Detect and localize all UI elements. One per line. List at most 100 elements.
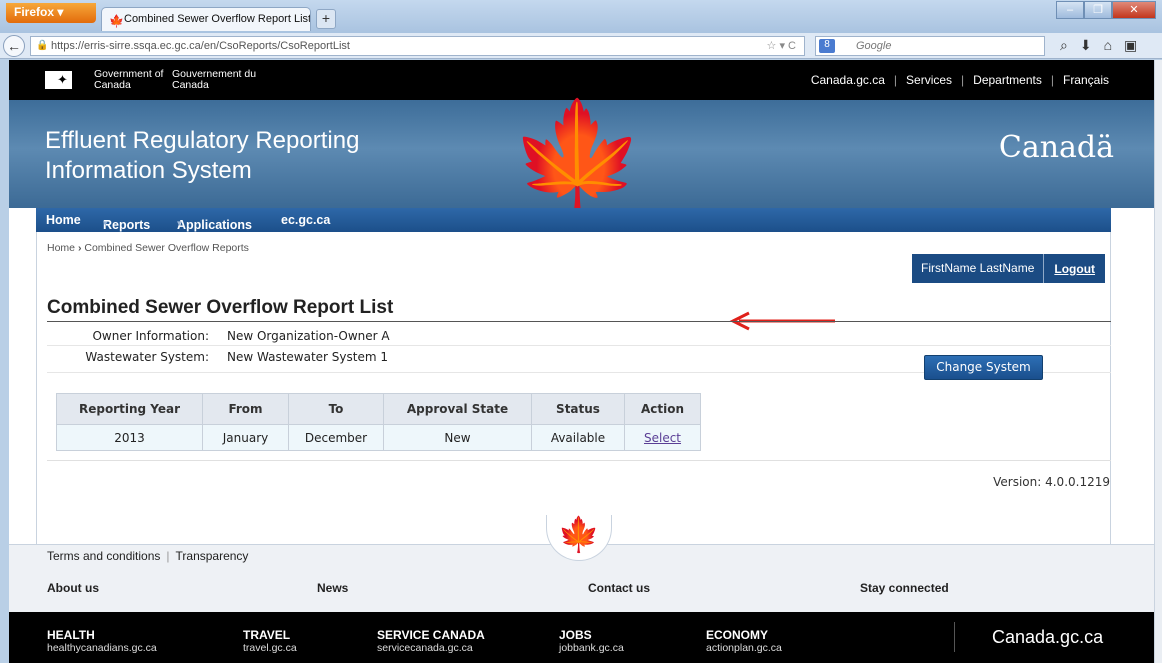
- breadcrumb: Home › Combined Sewer Overflow Reports: [47, 242, 249, 254]
- change-system-button[interactable]: Change System: [924, 355, 1043, 380]
- title-divider: [47, 321, 1111, 322]
- maple-leaf-icon: 🍁: [509, 97, 646, 220]
- dark-footer: HEALTH healthycanadians.gc.ca TRAVEL tra…: [9, 612, 1154, 663]
- report-table: Reporting Year From To Approval State St…: [56, 393, 701, 451]
- breadcrumb-separator-icon: ›: [77, 242, 82, 254]
- select-link[interactable]: Select: [644, 431, 681, 445]
- link-canada-gc[interactable]: Canada.gc.ca: [811, 73, 885, 87]
- table-row: 2013 January December New Available Sele…: [56, 424, 701, 451]
- google-icon: 8: [819, 39, 835, 53]
- content-divider: [47, 460, 1111, 461]
- cell-approval-state: New: [383, 424, 532, 451]
- chevron-down-icon: ▾: [177, 218, 182, 228]
- footer-news[interactable]: News: [317, 581, 348, 595]
- firefox-menu-label: Firefox: [14, 5, 55, 19]
- footer-economy-sub: actionplan.gc.ca: [706, 642, 782, 654]
- maple-leaf-icon: 🍁: [109, 14, 124, 28]
- user-name: FirstName LastName: [912, 254, 1045, 283]
- canada-flag-icon: ✦: [45, 71, 81, 89]
- chevron-down-icon: ▾: [103, 218, 108, 228]
- gov-name-en: Government of Canada: [94, 68, 164, 91]
- footer-jobs[interactable]: JOBS jobbank.gc.ca: [559, 628, 624, 654]
- cell-from: January: [202, 424, 289, 451]
- canada-wordmark: Canadä: [998, 130, 1114, 165]
- breadcrumb-current: Combined Sewer Overflow Reports: [84, 242, 249, 254]
- gov-links: Canada.gc.ca | Services | Departments | Fra…: [810, 73, 1109, 87]
- search-icon[interactable]: ⌕: [1060, 37, 1068, 54]
- column-header: Reporting Year: [56, 393, 203, 425]
- wastewater-system-label: Wastewater System:: [85, 350, 209, 364]
- footer-jobs-title: JOBS: [559, 628, 592, 642]
- column-header: To: [288, 393, 384, 425]
- footer-service-canada-sub: servicecanada.gc.ca: [377, 642, 473, 654]
- footer-about-us[interactable]: About us: [47, 581, 99, 595]
- page-title: Combined Sewer Overflow Report List: [47, 297, 394, 318]
- cell-reporting-year: 2013: [56, 424, 203, 451]
- site-title-line2: Information System: [45, 157, 252, 184]
- cell-status: Available: [531, 424, 625, 451]
- site-banner: Effluent Regulatory Reporting Informatio…: [9, 100, 1154, 214]
- owner-info-row: Owner Information: New Organization-Owne…: [47, 325, 1111, 346]
- back-icon[interactable]: ←: [3, 35, 25, 57]
- window-controls: – ❐ ✕: [1056, 1, 1156, 19]
- addon-icon[interactable]: ▣: [1124, 37, 1137, 54]
- firefox-menu-button[interactable]: Firefox ▾: [6, 3, 96, 23]
- home-icon[interactable]: ⌂: [1104, 37, 1112, 54]
- breadcrumb-home[interactable]: Home: [47, 242, 75, 254]
- gov-name-fr: Gouvernement du Canada: [172, 68, 257, 91]
- link-francais[interactable]: Français: [1063, 73, 1109, 87]
- transparency-link[interactable]: Transparency: [176, 549, 249, 563]
- column-header: Approval State: [383, 393, 532, 425]
- new-tab-button[interactable]: +: [316, 9, 336, 29]
- site-title-line1: Effluent Regulatory Reporting: [45, 127, 360, 154]
- footer-economy-title: ECONOMY: [706, 628, 769, 642]
- browser-navbar: ← 🔒 https://erris-sirre.ssqa.ec.gc.ca/en…: [0, 33, 1162, 59]
- column-header: Status: [531, 393, 625, 425]
- toolbar-icons: ⌕ ⬇ ⌂ ▣: [1060, 37, 1137, 54]
- address-bar[interactable]: 🔒 https://erris-sirre.ssqa.ec.gc.ca/en/C…: [30, 36, 805, 56]
- footer-canada-gc-link[interactable]: Canada.gc.ca: [954, 622, 1103, 652]
- minimize-button[interactable]: –: [1056, 1, 1084, 19]
- download-icon[interactable]: ⬇: [1080, 37, 1092, 54]
- government-bar: ✦ Government of Canada Gouvernement du C…: [9, 60, 1154, 100]
- owner-info-label: Owner Information:: [92, 329, 209, 343]
- footer-health-sub: healthycanadians.gc.ca: [47, 642, 157, 654]
- link-services[interactable]: Services: [906, 73, 952, 87]
- menu-applications-label: Applications: [177, 218, 253, 232]
- reload-icon[interactable]: ☆ ▾ C: [767, 39, 796, 52]
- terms-link[interactable]: Terms and conditions: [47, 549, 160, 563]
- footer-travel-sub: travel.gc.ca: [243, 642, 297, 654]
- footer-jobs-sub: jobbank.gc.ca: [559, 642, 624, 654]
- close-window-button[interactable]: ✕: [1112, 1, 1156, 19]
- tab-title: Combined Sewer Overflow Report List - ..…: [124, 13, 311, 25]
- web-page: ✦ Government of Canada Gouvernement du C…: [9, 60, 1154, 663]
- search-input[interactable]: 8 Google: [815, 36, 1045, 56]
- logout-link[interactable]: Logout: [1044, 262, 1105, 276]
- footer-health-title: HEALTH: [47, 628, 95, 642]
- footer-links: Terms and conditions | Transparency: [47, 549, 249, 563]
- vertical-scrollbar[interactable]: [1154, 60, 1162, 663]
- link-departments[interactable]: Departments: [973, 73, 1042, 87]
- footer-health[interactable]: HEALTH healthycanadians.gc.ca: [47, 628, 157, 654]
- table-header-row: Reporting Year From To Approval State St…: [56, 393, 701, 425]
- footer-service-canada[interactable]: SERVICE CANADA servicecanada.gc.ca: [377, 628, 485, 654]
- menu-ec-gc-ca[interactable]: ec.gc.ca: [281, 213, 330, 227]
- cell-action: Select: [624, 424, 701, 451]
- footer-stay-connected[interactable]: Stay connected: [860, 581, 949, 595]
- menu-home[interactable]: Home: [46, 213, 81, 227]
- column-header: From: [202, 393, 289, 425]
- main-content: Home › Combined Sewer Overflow Reports F…: [36, 232, 1111, 547]
- footer-travel-title: TRAVEL: [243, 628, 291, 642]
- user-box: FirstName LastName Logout: [912, 254, 1106, 283]
- column-header: Action: [624, 393, 701, 425]
- footer-economy[interactable]: ECONOMY actionplan.gc.ca: [706, 628, 782, 654]
- wastewater-system-value: New Wastewater System 1: [227, 350, 388, 364]
- search-placeholder: Google: [856, 40, 892, 52]
- browser-tab[interactable]: 🍁 Combined Sewer Overflow Report List - …: [101, 7, 311, 31]
- footer-travel[interactable]: TRAVEL travel.gc.ca: [243, 628, 297, 654]
- maximize-button[interactable]: ❐: [1084, 1, 1112, 19]
- owner-info-value: New Organization-Owner A: [227, 329, 390, 343]
- maple-leaf-icon: 🍁: [557, 516, 601, 554]
- footer-contact-us[interactable]: Contact us: [588, 581, 650, 595]
- cell-to: December: [288, 424, 384, 451]
